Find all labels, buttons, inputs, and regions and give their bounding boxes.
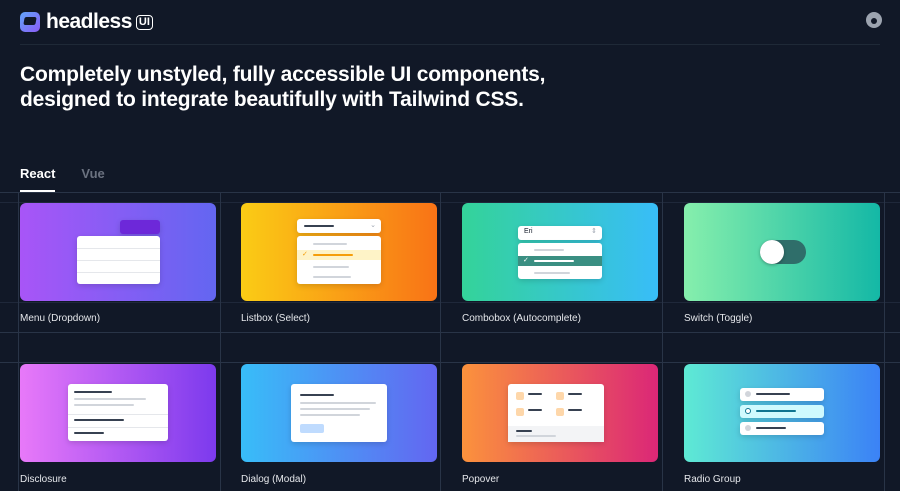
component-card-popover[interactable]: Popover bbox=[462, 364, 658, 485]
combobox-input-value: Eri bbox=[524, 228, 533, 235]
dialog-box-graphic bbox=[291, 384, 387, 442]
grid-line bbox=[0, 332, 900, 333]
component-card-menu[interactable]: Menu (Dropdown) bbox=[20, 203, 216, 324]
grid-line bbox=[0, 192, 900, 193]
combobox-thumbnail[interactable]: Eri ⇕ ✓ bbox=[462, 203, 658, 301]
menu-panel-graphic bbox=[77, 236, 160, 284]
card-label[interactable]: Combobox (Autocomplete) bbox=[462, 313, 658, 324]
card-label[interactable]: Radio Group bbox=[684, 474, 880, 485]
headless-logo-icon bbox=[20, 12, 40, 32]
grid-line bbox=[18, 192, 19, 491]
disclosure-panel-graphic bbox=[68, 384, 168, 441]
grid-line bbox=[884, 192, 885, 491]
grid-line bbox=[440, 192, 441, 491]
card-label[interactable]: Menu (Dropdown) bbox=[20, 313, 216, 324]
grid-line bbox=[662, 192, 663, 491]
logo[interactable]: headless UI bbox=[20, 10, 153, 34]
radio-option-graphic bbox=[740, 388, 824, 401]
dialog-thumbnail[interactable] bbox=[241, 364, 437, 462]
menu-button-graphic bbox=[120, 220, 160, 234]
card-label[interactable]: Popover bbox=[462, 474, 658, 485]
combobox-input-graphic: Eri ⇕ bbox=[518, 226, 602, 240]
disclosure-thumbnail[interactable] bbox=[20, 364, 216, 462]
header-divider bbox=[20, 44, 880, 45]
grid-line bbox=[220, 192, 221, 491]
component-card-disclosure[interactable]: Disclosure bbox=[20, 364, 216, 485]
listbox-button-graphic: ⌄ bbox=[297, 219, 381, 233]
combobox-options-graphic: ✓ bbox=[518, 243, 602, 279]
tab-react[interactable]: React bbox=[20, 166, 56, 192]
popover-panel-graphic bbox=[508, 384, 604, 442]
menu-thumbnail[interactable] bbox=[20, 203, 216, 301]
component-card-radio-group[interactable]: Radio Group bbox=[684, 364, 880, 485]
switch-thumbnail[interactable] bbox=[684, 203, 880, 301]
logo-badge: UI bbox=[135, 14, 153, 30]
site-header: headless UI bbox=[0, 0, 900, 44]
card-label[interactable]: Switch (Toggle) bbox=[684, 313, 880, 324]
github-icon[interactable] bbox=[866, 12, 882, 28]
component-card-dialog[interactable]: Dialog (Modal) bbox=[241, 364, 437, 485]
component-card-listbox[interactable]: ⌄ ✓ Listbox (Select) bbox=[241, 203, 437, 324]
popover-thumbnail[interactable] bbox=[462, 364, 658, 462]
component-card-switch[interactable]: Switch (Toggle) bbox=[684, 203, 880, 324]
component-card-combobox[interactable]: Eri ⇕ ✓ Combobox (Autocomplete) bbox=[462, 203, 658, 324]
tab-vue[interactable]: Vue bbox=[81, 166, 104, 192]
radio-option-selected-graphic bbox=[740, 405, 824, 418]
logo-text: headless bbox=[46, 10, 132, 33]
listbox-thumbnail[interactable]: ⌄ ✓ bbox=[241, 203, 437, 301]
card-label[interactable]: Listbox (Select) bbox=[241, 313, 437, 324]
listbox-options-graphic: ✓ bbox=[297, 236, 381, 284]
card-label[interactable]: Dialog (Modal) bbox=[241, 474, 437, 485]
hero-headline: Completely unstyled, fully accessible UI… bbox=[20, 63, 546, 111]
framework-tabs: React Vue bbox=[20, 166, 131, 192]
switch-knob-graphic bbox=[760, 240, 784, 264]
radio-group-thumbnail[interactable] bbox=[684, 364, 880, 462]
card-label[interactable]: Disclosure bbox=[20, 474, 216, 485]
radio-option-graphic bbox=[740, 422, 824, 435]
grid-line bbox=[0, 362, 900, 363]
